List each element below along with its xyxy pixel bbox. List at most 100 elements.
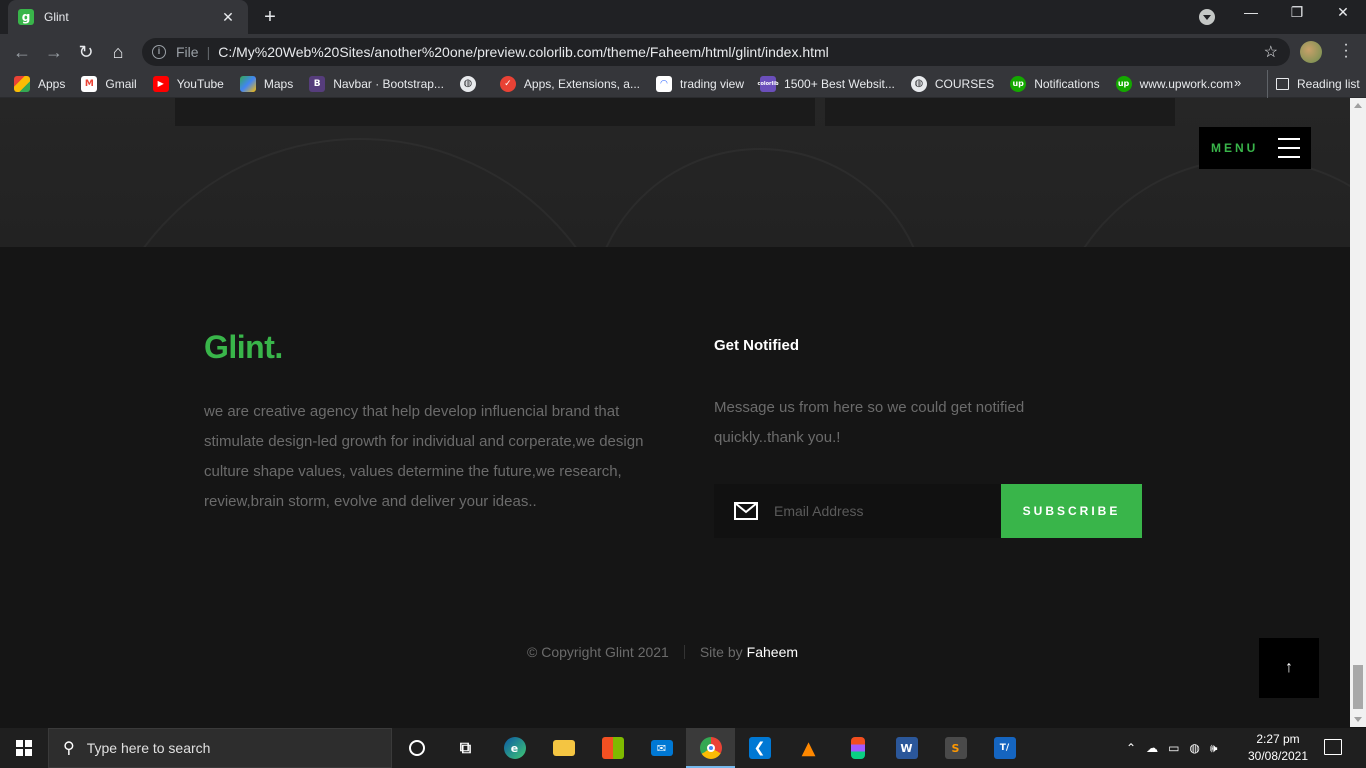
tab-title: Glint (44, 10, 69, 24)
browser-menu-icon[interactable]: · · · (1338, 37, 1354, 65)
tab-search-icon[interactable] (1199, 9, 1215, 25)
bookmark-maps[interactable]: Maps (239, 75, 293, 92)
site-info-icon[interactable]: i (152, 45, 166, 59)
browser-tab-strip: g Glint ✕ + — ❐ ✕ (0, 0, 1366, 34)
taskbar-apps: ⧉ e ✉ ❮ ▲ W S T/ (392, 728, 1029, 768)
hero-bg-decoration (90, 138, 630, 247)
address-separator: | (206, 44, 211, 60)
back-arrow-icon[interactable]: ← (11, 41, 33, 63)
mail-app-icon: ✉ (650, 740, 673, 756)
sublime-text-icon: S (944, 737, 967, 759)
upwork-icon: up (1010, 75, 1027, 92)
taskbar-word[interactable]: W (882, 728, 931, 768)
email-field-wrapper (714, 484, 1001, 538)
onedrive-icon[interactable]: ☁ (1146, 741, 1158, 755)
forward-arrow-icon[interactable]: → (43, 41, 65, 63)
bookmark-star-icon[interactable]: ☆ (1264, 42, 1278, 62)
email-input[interactable] (774, 503, 984, 519)
windows-taskbar: ⚲ Type here to search ⧉ e ✉ ❮ ▲ W S T/ ⌃… (0, 728, 1366, 768)
edge-icon: e (503, 737, 526, 759)
show-hidden-icons-icon[interactable]: ⌃ (1126, 741, 1136, 755)
newsletter-text: Message us from here so we could get not… (714, 399, 1025, 446)
cortana-icon (408, 740, 425, 756)
page-viewport: MENU Glint. we are creative agency that … (0, 98, 1350, 727)
footer-logo[interactable]: Glint. (204, 329, 283, 366)
menu-label: MENU (1211, 141, 1259, 155)
bookmark-navbar-bootstrap[interactable]: B Navbar · Bootstrap... (309, 75, 444, 92)
taskbar-chrome[interactable] (686, 728, 735, 768)
bootstrap-icon: B (309, 75, 326, 92)
scroll-down-arrow-icon[interactable] (1354, 717, 1362, 722)
figma-icon (850, 737, 865, 759)
bookmark-apps-extensions[interactable]: ✓ Apps, Extensions, a... (499, 75, 640, 92)
reading-list-button[interactable]: Reading list (1267, 70, 1360, 98)
globe-icon: ◍ (459, 75, 476, 92)
bookmarks-bar: Apps M Gmail ▶ YouTube Maps B Navbar · B… (0, 70, 1366, 98)
profile-avatar[interactable] (1300, 41, 1322, 63)
taskbar-edge[interactable]: e (490, 728, 539, 768)
task-view-icon: ⧉ (459, 738, 472, 757)
network-icon[interactable]: ◍ (1189, 741, 1199, 755)
chrome-icon (699, 737, 722, 759)
page-scrollbar[interactable] (1350, 98, 1366, 727)
new-tab-button[interactable]: + (258, 5, 282, 29)
address-bar[interactable]: i File | C:/My%20Web%20Sites/another%20o… (142, 38, 1290, 66)
taskbar-sublime[interactable]: S (931, 728, 980, 768)
url-text[interactable]: C:/My%20Web%20Sites/another%20one/previe… (218, 44, 1263, 60)
bookmark-courses[interactable]: ◍ COURSES (910, 75, 994, 92)
taskbar-vscode[interactable]: ❮ (735, 728, 784, 768)
bookmark-globe[interactable]: ◍ (459, 75, 484, 92)
back-to-top-button[interactable]: ↑ (1259, 638, 1319, 698)
home-icon[interactable]: ⌂ (107, 41, 129, 63)
scroll-up-arrow-icon[interactable] (1354, 103, 1362, 108)
browser-tab-glint[interactable]: g Glint ✕ (8, 0, 248, 34)
site-by-author-link[interactable]: Faheem (747, 644, 798, 660)
arrow-up-icon: ↑ (1285, 659, 1293, 676)
restore-icon[interactable]: ❐ (1282, 4, 1312, 21)
youtube-icon: ▶ (152, 75, 169, 92)
start-button[interactable] (0, 728, 48, 768)
word-icon: W (895, 737, 918, 759)
close-window-icon[interactable]: ✕ (1328, 4, 1358, 21)
bookmark-apps[interactable]: Apps (14, 75, 65, 92)
globe-icon: ◍ (910, 75, 927, 92)
copyright-line: © Copyright Glint 2021 Site by Faheem (527, 644, 798, 660)
task-view-button[interactable]: ⧉ (441, 728, 490, 768)
bookmark-trading-view[interactable]: ◠ trading view (655, 75, 744, 92)
taskbar-clock[interactable]: 2:27 pm 30/08/2021 (1244, 731, 1312, 765)
bookmark-notifications[interactable]: up Notifications (1010, 75, 1100, 92)
scrollbar-thumb[interactable] (1353, 665, 1363, 709)
taskbar-typora[interactable]: T/ (980, 728, 1029, 768)
windows-logo-icon (16, 740, 32, 756)
bookmark-gmail[interactable]: M Gmail (81, 75, 137, 92)
taskbar-store[interactable] (588, 728, 637, 768)
hero-panel (825, 98, 1175, 126)
bookmark-colorlib[interactable]: colorlib 1500+ Best Websit... (758, 75, 895, 92)
upwork-icon: up (1115, 75, 1132, 92)
more-bookmarks-icon[interactable]: » (1234, 75, 1241, 90)
notification-center-icon[interactable] (1324, 739, 1342, 755)
bookmark-youtube[interactable]: ▶ YouTube (152, 75, 224, 92)
colorlib-icon: colorlib (758, 75, 779, 92)
taskbar-file-explorer[interactable] (539, 728, 588, 768)
taskbar-figma[interactable] (833, 728, 882, 768)
battery-icon[interactable]: ▭ (1168, 741, 1179, 755)
hero-bg-decoration (590, 148, 930, 247)
cortana-button[interactable] (392, 728, 441, 768)
taskbar-mail[interactable]: ✉ (637, 728, 686, 768)
subscribe-button[interactable]: SUBSCRIBE (1001, 484, 1142, 538)
copyright-text: © Copyright Glint 2021 (527, 644, 669, 660)
taskbar-search-box[interactable]: ⚲ Type here to search (48, 728, 392, 768)
minimize-icon[interactable]: — (1236, 4, 1266, 20)
close-tab-icon[interactable]: ✕ (218, 9, 238, 26)
gmail-icon: M (81, 75, 98, 92)
mail-icon (734, 502, 758, 520)
search-icon: ⚲ (63, 740, 75, 757)
menu-toggle-button[interactable]: MENU (1199, 127, 1311, 169)
extensions-icon: ✓ (499, 75, 516, 92)
volume-icon[interactable]: 🕪 (1210, 741, 1218, 756)
bookmark-upwork[interactable]: up www.upwork.com (1115, 75, 1233, 92)
taskbar-vlc[interactable]: ▲ (784, 728, 833, 768)
reload-icon[interactable]: ↻ (75, 41, 97, 63)
browser-toolbar: ← → ↻ ⌂ i File | C:/My%20Web%20Sites/ano… (0, 34, 1366, 70)
